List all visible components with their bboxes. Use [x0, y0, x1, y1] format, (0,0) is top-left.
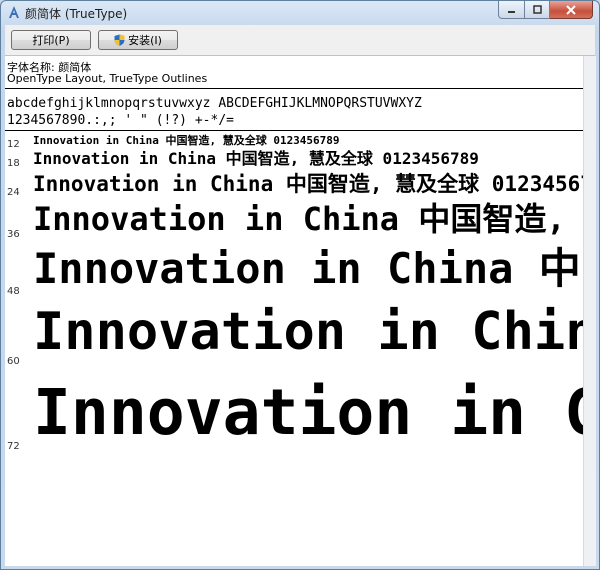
sample-line: Innovation in China 中国智造, 慧及全球 012345678… [33, 244, 583, 293]
print-button[interactable]: 打印(P) [11, 30, 91, 50]
sample-line: Innovation in China 中国智造, 慧及全球 012345678… [33, 302, 583, 362]
size-label: 60 [7, 356, 20, 367]
maximize-button[interactable] [525, 1, 550, 19]
sample-line: Innovation in China 中国智造, 慧及全球 012345678… [33, 149, 479, 168]
sample-line: Innovation in China 中国智造, 慧及全球 012345678… [33, 172, 583, 196]
maximize-icon [532, 5, 542, 14]
divider [5, 88, 583, 89]
sample-line: Innovation in China 中国智造, 慧及全球 012345678… [33, 200, 583, 238]
charset-symbols: 1234567890.:,; ' " (!?) +-*/= [7, 113, 234, 128]
size-label: 24 [7, 187, 20, 198]
close-icon [566, 4, 576, 15]
title-bar[interactable]: 颜简体 (TrueType) [1, 1, 599, 23]
vertical-scrollbar[interactable] [583, 56, 596, 566]
sample-line: Innovation in China 中国智造, 慧及全球 012345678… [33, 376, 583, 449]
size-label: 36 [7, 229, 20, 240]
minimize-icon [508, 11, 515, 13]
size-label: 48 [7, 286, 20, 297]
shield-icon [114, 34, 125, 46]
window-title: 颜简体 (TrueType) [25, 7, 128, 21]
print-button-label: 打印(P) [32, 34, 70, 47]
toolbar: 打印(P) 安装(I) [5, 25, 595, 56]
window-controls [498, 1, 593, 19]
size-label: 18 [7, 158, 20, 169]
font-viewer-icon [9, 6, 19, 18]
size-label: 72 [7, 441, 20, 452]
install-button-label: 安装(I) [128, 34, 162, 47]
charset-letters: abcdefghijklmnopqrstuvwxyz ABCDEFGHIJKLM… [7, 96, 422, 111]
font-viewer-window: 颜简体 (TrueType) 打印(P) 安装(I) 字体名称: 颜简体 Ope… [0, 0, 600, 570]
font-outline-line: OpenType Layout, TrueType Outlines [7, 72, 208, 85]
sample-line: Innovation in China 中国智造, 慧及全球 012345678… [33, 134, 340, 147]
minimize-button[interactable] [498, 1, 525, 19]
size-label: 12 [7, 139, 20, 150]
close-button[interactable] [550, 1, 593, 19]
font-preview-area[interactable]: 字体名称: 颜简体 OpenType Layout, TrueType Outl… [5, 56, 583, 566]
divider [5, 130, 583, 131]
install-button[interactable]: 安装(I) [98, 30, 178, 50]
